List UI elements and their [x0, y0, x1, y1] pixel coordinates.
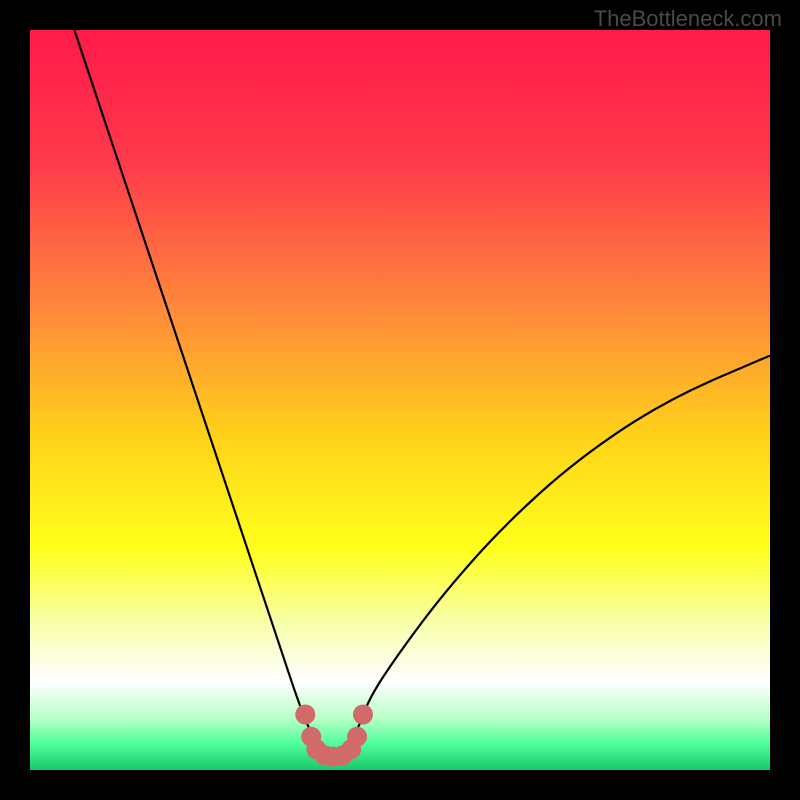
chart-container — [30, 30, 770, 770]
highlight-point — [295, 705, 315, 725]
bottleneck-curve — [74, 30, 770, 753]
highlight-markers — [295, 705, 373, 767]
highlight-point — [353, 705, 373, 725]
chart-curve-layer — [30, 30, 770, 770]
highlight-point — [347, 727, 367, 747]
watermark-label: TheBottleneck.com — [594, 6, 782, 32]
